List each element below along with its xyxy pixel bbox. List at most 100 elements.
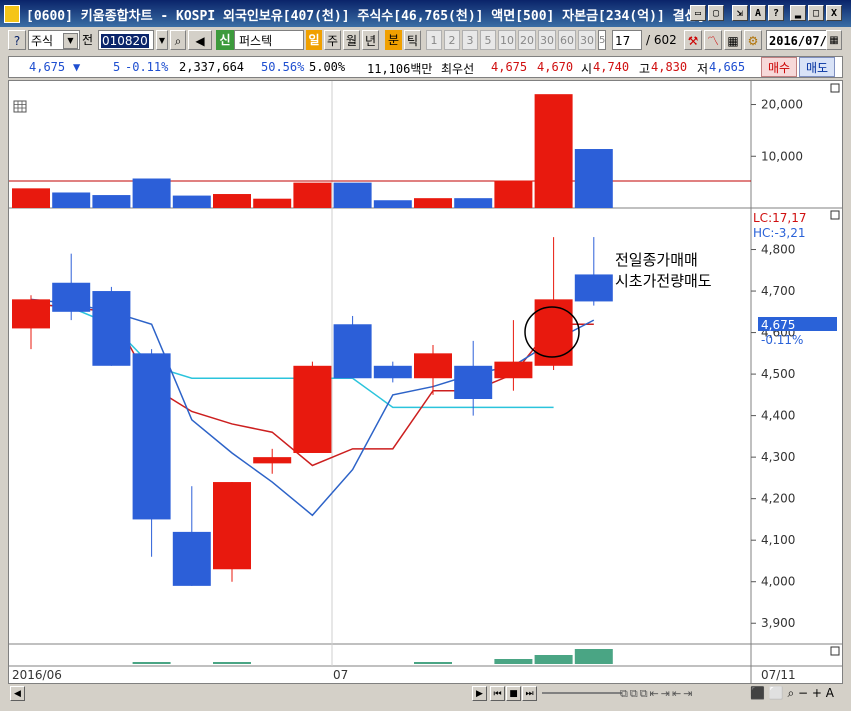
volume-bar	[172, 195, 211, 208]
scroll-right-icon[interactable]: ▶	[472, 686, 487, 701]
high-label: 고	[639, 62, 651, 76]
rewind-icon[interactable]: ⏮	[490, 686, 505, 701]
price-tick-label: 4,400	[761, 409, 795, 423]
chart-area[interactable]: 4,800 4,700 4,600 4,500 4,400 4,300 4,200 4,100…	[8, 80, 843, 684]
lc-label: LC:17,17	[753, 211, 806, 225]
price-tick-label: 4,100	[761, 533, 795, 547]
hc-label: HC:-3,21	[753, 226, 806, 240]
trade-amount: 11,106백만	[367, 62, 433, 76]
minimize-button[interactable]: ▂	[790, 5, 806, 21]
volume-bar	[12, 188, 50, 208]
interval-30[interactable]: 30	[538, 30, 556, 50]
code-dropdown-icon[interactable]: ▼	[156, 30, 168, 50]
volume-tick-label: 20,000	[761, 98, 803, 112]
layout-icon[interactable]: ▭	[690, 5, 706, 21]
chart-line-icon[interactable]: 〽	[704, 30, 722, 50]
volume-bar	[293, 182, 332, 208]
current-price-tag-value: 4,675	[761, 318, 795, 332]
tab-weekly[interactable]: 주	[324, 30, 341, 50]
interval-5[interactable]: 5	[480, 30, 496, 50]
annotation-text-line1: 전일종가매매	[615, 251, 698, 269]
volume-bar	[574, 149, 613, 208]
settings-grid-icon[interactable]	[13, 100, 27, 113]
fast-forward-icon[interactable]: ⏭	[522, 686, 537, 701]
indicator-bar	[494, 659, 533, 664]
candle-body	[52, 282, 91, 312]
scroll-left-icon[interactable]: ◀	[10, 686, 25, 701]
window-icon[interactable]: ▢	[708, 5, 724, 21]
tab-daily[interactable]: 일	[306, 30, 322, 50]
turnover-rate: 5.00%	[309, 60, 346, 74]
buy-button[interactable]: 매수	[761, 57, 797, 77]
low-price: 4,665	[709, 60, 746, 74]
pane-minimize-icon[interactable]	[830, 210, 840, 220]
zoom-tools[interactable]: ⬛ ⬜ ⌕ − + A	[750, 686, 840, 701]
candle-body	[132, 353, 171, 520]
close-button[interactable]: X	[826, 5, 842, 21]
date-input[interactable]: 2016/07/1	[766, 30, 834, 50]
candle-body	[574, 274, 613, 302]
maximize-button[interactable]: □	[808, 5, 824, 21]
interval-2[interactable]: 2	[444, 30, 460, 50]
indicator-bar	[414, 662, 452, 664]
volume-bar	[213, 194, 251, 208]
stock-code-input[interactable]: 010820	[98, 30, 154, 50]
volume-bar	[92, 195, 131, 208]
interval-20[interactable]: 20	[518, 30, 536, 50]
window-title: [0600] 키움종합차트 - KOSPI 외국인보유[407(천)] 주식수[…	[26, 9, 705, 24]
tab-tick[interactable]: 틱	[404, 30, 421, 50]
annotation-text-line2: 시초가전량매도	[615, 272, 712, 290]
toolbar: ? 주식 ▼ 전 010820 ▼ ⌕ ◀ 신 퍼스텍 일 주 월 년 분 틱 …	[8, 29, 843, 53]
calendar-icon[interactable]: ▦	[826, 30, 842, 50]
tool-icon[interactable]: ⚒	[684, 30, 702, 50]
tool-icons[interactable]: ⧉⧉⧉⇤⇥⇤⇥	[620, 687, 748, 702]
volume-bar	[132, 178, 171, 208]
sell-button[interactable]: 매도	[799, 57, 835, 77]
interval-custom[interactable]: 30	[578, 30, 596, 50]
nav-bar: ◀ ▶ ⏮ ■ ⏭ ⧉⧉⧉⇤⇥⇤⇥ ⬛ ⬜ ⌕ − + A	[8, 684, 843, 704]
current-change-tag: -0.11%	[761, 333, 803, 347]
count-input[interactable]: 17	[612, 30, 642, 50]
market-select[interactable]: 주식 ▼	[28, 30, 80, 50]
tab-yearly[interactable]: 년	[362, 30, 379, 50]
candlestick-chart[interactable]: 4,8004,7004,6004,5004,4004,3004,2004,100…	[9, 81, 842, 683]
candle-body	[253, 457, 292, 464]
search-icon[interactable]: ⌕	[170, 30, 186, 50]
down-arrow-icon: ▼	[73, 60, 81, 74]
volume-bar	[414, 198, 452, 208]
candle-body	[293, 365, 332, 453]
title-bar: [0600] 키움종합차트 - KOSPI 외국인보유[407(천)] 주식수[…	[0, 0, 851, 27]
resize-icon[interactable]: ⇲	[732, 5, 748, 21]
date-label-start: 2016/06	[12, 668, 62, 682]
stop-icon[interactable]: ■	[506, 686, 521, 701]
candle-body	[373, 365, 412, 379]
interval-60[interactable]: 60	[558, 30, 576, 50]
speaker-icon[interactable]: ◀	[188, 30, 212, 50]
open-price: 4,740	[593, 60, 630, 74]
stock-name-field[interactable]: 퍼스텍	[234, 30, 304, 50]
volume-bar	[52, 192, 91, 208]
gear-icon[interactable]: ⚙	[744, 30, 762, 50]
grid-icon[interactable]: ▦	[724, 30, 742, 50]
interval-10[interactable]: 10	[498, 30, 516, 50]
price-tick-label: 4,700	[761, 284, 795, 298]
candle-body	[213, 482, 251, 570]
question-icon[interactable]: ?	[8, 30, 26, 50]
interval-1[interactable]: 1	[426, 30, 442, 50]
quote-bar: 4,675 ▼ 5 -0.11% 2,337,664 50.56% 5.00% …	[8, 56, 843, 78]
price-tick-label: 4,300	[761, 450, 795, 464]
tab-monthly[interactable]: 월	[343, 30, 360, 50]
pane-minimize-icon[interactable]	[830, 83, 840, 93]
interval-3[interactable]: 3	[462, 30, 478, 50]
price-change-pct: -0.11%	[125, 60, 169, 74]
low-label: 저	[697, 62, 709, 76]
help-icon[interactable]: ?	[768, 5, 784, 21]
interval-custom-input[interactable]: 5	[598, 30, 606, 50]
zoom-slider[interactable]	[542, 692, 622, 694]
price-tick-label: 4,000	[761, 575, 795, 589]
tab-minute[interactable]: 분	[385, 30, 402, 50]
font-icon[interactable]: A	[750, 5, 766, 21]
candle-body	[333, 324, 372, 379]
pane-minimize-icon[interactable]	[830, 646, 840, 656]
current-price: 4,675	[29, 60, 66, 74]
